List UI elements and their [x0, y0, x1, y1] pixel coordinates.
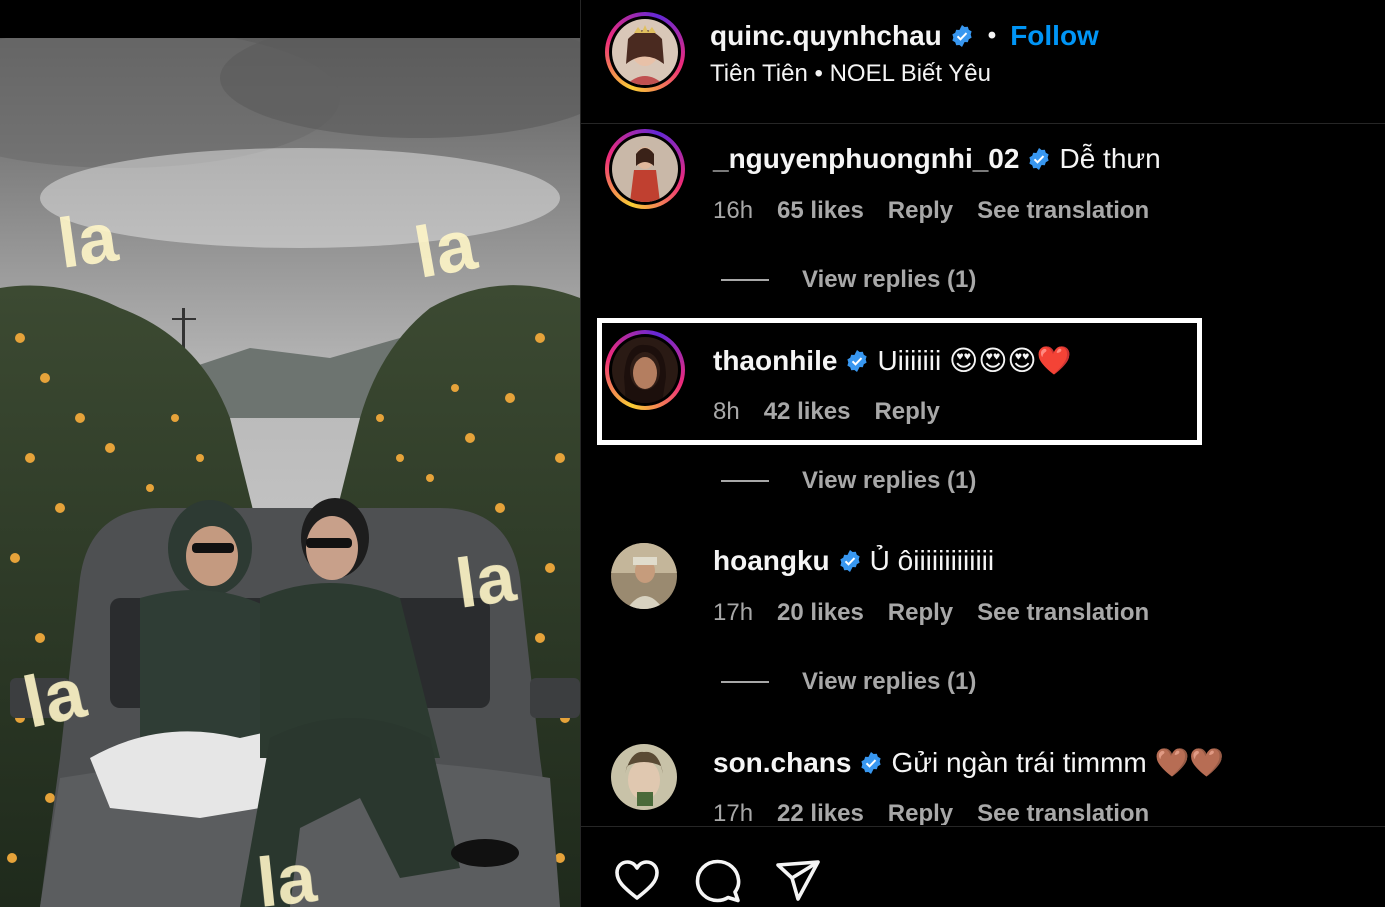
comment-username[interactable]: hoangku: [713, 545, 830, 577]
comment-meta: 8h 42 likes Reply: [713, 398, 940, 426]
comment-meta: 16h 65 likes Reply See translation: [713, 197, 1149, 225]
commenter-avatar-image: [611, 744, 677, 810]
view-replies-button[interactable]: View replies (1): [721, 467, 976, 495]
commenter-avatar[interactable]: [605, 129, 685, 209]
post-media[interactable]: la la la la la: [0, 0, 580, 907]
svg-text:la: la: [53, 197, 123, 283]
reply-button[interactable]: Reply: [888, 800, 953, 825]
follow-button[interactable]: Follow: [1010, 20, 1099, 52]
share-icon[interactable]: [774, 857, 822, 905]
commenter-avatar-image: [612, 337, 678, 403]
comment-content: thaonhile Uiiiiiii 😍😍😍❤️: [713, 344, 1071, 377]
header-separator: •: [987, 22, 997, 49]
comment-content: hoangku Ủ ôiiiiiiiiiiiii: [713, 545, 994, 577]
author-avatar[interactable]: [605, 12, 685, 92]
commenter-avatar-image: [611, 543, 677, 609]
comment-text: Ủ ôiiiiiiiiiiiii: [869, 545, 995, 576]
comments-list[interactable]: _nguyenphuongnhi_02 Dễ thưn 16h 65 likes…: [581, 125, 1385, 825]
commenter-avatar[interactable]: [605, 330, 685, 410]
reply-button[interactable]: Reply: [874, 398, 939, 426]
svg-text:la: la: [253, 838, 320, 907]
comment-icon[interactable]: [694, 857, 742, 905]
comment-time[interactable]: 17h: [713, 599, 753, 627]
author-username[interactable]: quinc.quynhchau: [710, 20, 942, 52]
commenter-avatar[interactable]: [611, 543, 677, 609]
post-side-panel: quinc.quynhchau • Follow Tiên Tiên • NOE…: [581, 0, 1385, 907]
comment-likes[interactable]: 20 likes: [777, 599, 864, 627]
replies-line: [721, 480, 769, 482]
comment-time[interactable]: 16h: [713, 197, 753, 225]
comment-content: son.chans Gửi ngàn trái timmm 🤎🤎: [713, 746, 1224, 779]
audio-label[interactable]: Tiên Tiên • NOEL Biết Yêu: [710, 60, 991, 88]
replies-line: [721, 279, 769, 281]
commenter-avatar-image: [612, 136, 678, 202]
comment-username[interactable]: son.chans: [713, 747, 851, 779]
reply-button[interactable]: Reply: [888, 197, 953, 225]
photo-illustration: la la la la la: [0, 38, 580, 907]
see-translation-button[interactable]: See translation: [977, 197, 1149, 225]
commenter-avatar[interactable]: [611, 744, 677, 810]
replies-line: [721, 681, 769, 683]
verified-badge-icon: [952, 25, 972, 47]
post-header: quinc.quynhchau • Follow Tiên Tiên • NOE…: [581, 0, 1385, 124]
comment-text: Uiiiiiii 😍😍😍❤️: [877, 345, 1072, 376]
comment-likes[interactable]: 42 likes: [764, 398, 851, 426]
comment-likes[interactable]: 22 likes: [777, 800, 864, 825]
verified-badge-icon: [861, 751, 882, 774]
comment-content: _nguyenphuongnhi_02 Dễ thưn: [713, 143, 1161, 175]
view-replies-label: View replies (1): [802, 668, 977, 695]
reply-button[interactable]: Reply: [888, 599, 953, 627]
see-translation-button[interactable]: See translation: [977, 599, 1149, 627]
comment-meta: 17h 20 likes Reply See translation: [713, 599, 1149, 627]
author-avatar-image: [612, 19, 678, 85]
svg-text:la: la: [451, 537, 521, 623]
comment-username[interactable]: thaonhile: [713, 345, 837, 377]
view-replies-button[interactable]: View replies (1): [721, 668, 976, 696]
post-author-row: quinc.quynhchau • Follow: [710, 20, 1099, 52]
comment-text: Gửi ngàn trái timmm 🤎🤎: [891, 747, 1225, 778]
heart-icon[interactable]: [613, 857, 661, 905]
comment-time[interactable]: 8h: [713, 398, 740, 426]
comment-time[interactable]: 17h: [713, 800, 753, 825]
view-replies-label: View replies (1): [802, 266, 977, 293]
comment-text: Dễ thưn: [1059, 143, 1161, 174]
comment-meta: 17h 22 likes Reply See translation: [713, 800, 1149, 825]
post-action-bar: [581, 826, 1385, 907]
verified-badge-icon: [840, 550, 860, 572]
post-photo[interactable]: la la la la la: [0, 38, 580, 907]
view-replies-label: View replies (1): [802, 467, 977, 494]
comment-likes[interactable]: 65 likes: [777, 197, 864, 225]
view-replies-button[interactable]: View replies (1): [721, 266, 976, 294]
see-translation-button[interactable]: See translation: [977, 800, 1149, 825]
comment-username[interactable]: _nguyenphuongnhi_02: [713, 143, 1019, 175]
verified-badge-icon: [1029, 148, 1050, 170]
verified-badge-icon: [847, 349, 868, 372]
